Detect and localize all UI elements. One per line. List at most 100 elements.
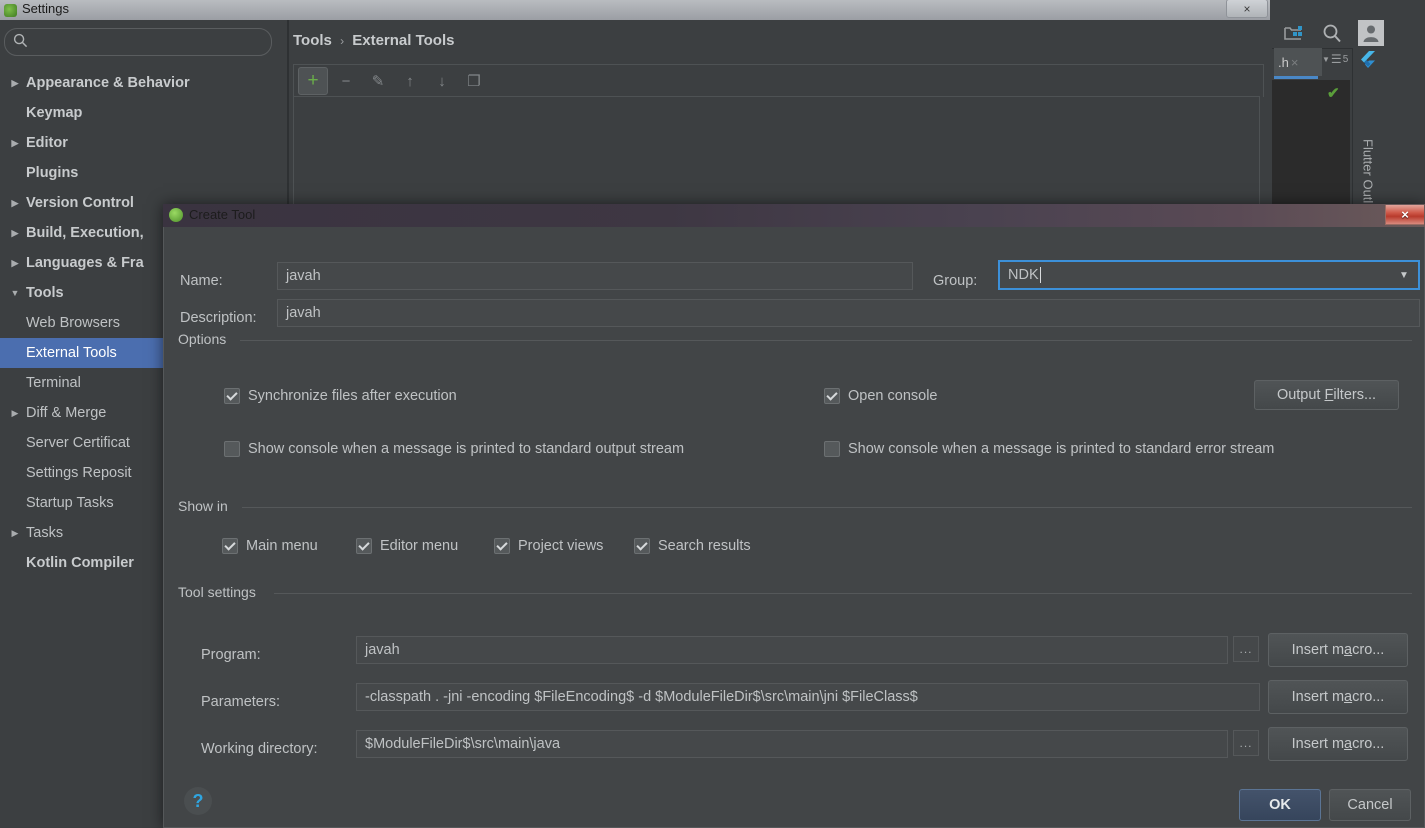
dialog-close-button[interactable]: ×	[1385, 205, 1424, 225]
sidebar-item-label: Settings Reposit	[26, 465, 132, 481]
settings-titlebar: Settings ×	[0, 0, 1270, 20]
checkbox-box	[222, 538, 238, 554]
settings-window-title: Settings	[22, 1, 69, 16]
search-input[interactable]	[28, 33, 271, 51]
editor-tab-label: .h	[1278, 54, 1289, 70]
edit-tool-button[interactable]: ✎	[364, 68, 392, 94]
insert-macro-button-parameters[interactable]: Insert macro...	[1268, 680, 1408, 714]
output-filters-button[interactable]: Output Filters...	[1254, 380, 1399, 410]
name-input[interactable]: javah	[277, 262, 913, 290]
dialog-body: Name: javah Group: NDK ▼ Description: ja…	[163, 227, 1425, 828]
group-combo-input[interactable]: NDK	[998, 260, 1420, 290]
close-icon[interactable]: ×	[1291, 55, 1299, 70]
program-input-value: javah	[365, 642, 400, 658]
editor-tab[interactable]: .h ×	[1274, 48, 1322, 76]
search-icon[interactable]	[1320, 21, 1344, 45]
flutter-logo-icon	[1357, 50, 1377, 70]
output-filters-label: Output Filters...	[1276, 387, 1377, 403]
copy-tool-button[interactable]: ❐	[460, 68, 488, 94]
checkbox-label: Open console	[848, 388, 938, 404]
chevron-right-icon[interactable]: ▶	[4, 258, 26, 269]
checkbox-synchronize-files[interactable]: Synchronize files after execution	[224, 388, 457, 404]
parameters-label: Parameters:	[201, 694, 280, 710]
group-input-value: NDK	[1008, 267, 1039, 283]
program-browse-button[interactable]: ...	[1233, 636, 1259, 662]
program-label: Program:	[201, 647, 261, 663]
sidebar-item-label: External Tools	[26, 345, 117, 361]
checkbox-label: Editor menu	[380, 538, 459, 554]
checkbox-open-console[interactable]: Open console	[824, 388, 937, 404]
breadcrumb-current: External Tools	[352, 32, 455, 49]
chevron-down-icon: ▼	[1322, 54, 1330, 64]
remove-tool-button[interactable]: −	[332, 68, 360, 94]
insert-macro-button-working-directory[interactable]: Insert macro...	[1268, 727, 1408, 761]
chevron-right-icon[interactable]: ▶	[4, 408, 26, 419]
ide-toolbar-icons	[1278, 16, 1392, 50]
remove-tool-icon: −	[341, 72, 351, 90]
checkbox-label: Show console when a message is printed t…	[248, 441, 685, 457]
copy-tool-icon: ❐	[467, 73, 481, 90]
sidebar-item-label: Terminal	[26, 375, 81, 391]
project-structure-icon[interactable]	[1282, 21, 1306, 45]
external-tools-toolbar: + − ✎ ↑ ↓ ❐	[293, 64, 1264, 97]
checkbox-label: Main menu	[246, 538, 318, 554]
sidebar-item-appearance-behavior[interactable]: ▶ Appearance & Behavior	[0, 68, 287, 98]
insert-macro-button-program[interactable]: Insert macro...	[1268, 633, 1408, 667]
checkbox-editor-menu[interactable]: Editor menu	[356, 538, 458, 554]
checkbox-project-views[interactable]: Project views	[494, 538, 603, 554]
view-mode-control[interactable]: ▼ ☰ 5	[1322, 52, 1348, 66]
checkbox-box	[494, 538, 510, 554]
checkbox-label: Synchronize files after execution	[248, 388, 457, 404]
working-directory-input[interactable]: $ModuleFileDir$\src\main\java	[356, 730, 1228, 758]
parameters-input[interactable]: -classpath . -jni -encoding $FileEncodin…	[356, 683, 1260, 711]
text-caret	[1039, 267, 1041, 283]
sidebar-item-label: Web Browsers	[26, 315, 121, 331]
program-input[interactable]: javah	[356, 636, 1228, 664]
create-tool-dialog: Create Tool × Name: javah Group: NDK ▼ D…	[163, 204, 1425, 828]
sidebar-item-plugins[interactable]: ▶Plugins	[0, 158, 287, 188]
move-up-button[interactable]: ↑	[396, 68, 424, 94]
chevron-right-icon[interactable]: ▶	[4, 198, 26, 209]
breadcrumb: Tools › External Tools	[293, 32, 454, 49]
edit-tool-icon: ✎	[371, 73, 385, 90]
checkbox-label: Project views	[518, 538, 604, 554]
chevron-right-icon[interactable]: ▶	[4, 138, 26, 149]
breadcrumb-separator: ›	[340, 34, 345, 48]
checkbox-box	[356, 538, 372, 554]
settings-search-box[interactable]	[4, 28, 272, 56]
checkbox-show-console-stdout[interactable]: Show console when a message is printed t…	[224, 441, 684, 457]
sidebar-item-label: Kotlin Compiler	[26, 555, 134, 571]
sidebar-item-editor[interactable]: ▶ Editor	[0, 128, 287, 158]
description-input[interactable]: javah	[277, 299, 1420, 327]
sidebar-item-label: Diff & Merge	[26, 405, 107, 421]
sidebar-item-label: Languages & Fra	[26, 255, 144, 271]
dialog-titlebar: Create Tool	[163, 204, 1425, 227]
external-tools-list[interactable]	[293, 96, 1260, 218]
chevron-down-icon[interactable]: ▼	[4, 288, 26, 298]
description-label: Description:	[180, 310, 257, 326]
add-tool-button[interactable]: +	[298, 67, 328, 95]
sidebar-item-label: Server Certificat	[26, 435, 130, 451]
sidebar-item-label: Appearance & Behavior	[26, 75, 190, 91]
checkbox-box	[824, 388, 840, 404]
chevron-right-icon[interactable]: ▶	[4, 78, 26, 89]
checkbox-show-console-stderr[interactable]: Show console when a message is printed t…	[824, 441, 1274, 457]
settings-close-button[interactable]: ×	[1226, 0, 1268, 18]
sidebar-item-label: Tools	[26, 285, 64, 301]
sidebar-item-keymap[interactable]: ▶Keymap	[0, 98, 287, 128]
move-up-icon: ↑	[406, 72, 414, 90]
checkbox-label: Show console when a message is printed t…	[848, 441, 1275, 457]
checkbox-main-menu[interactable]: Main menu	[222, 538, 318, 554]
chevron-right-icon[interactable]: ▶	[4, 228, 26, 239]
chevron-down-icon[interactable]: ▼	[1392, 262, 1416, 288]
search-icon	[13, 33, 28, 51]
avatar-icon[interactable]	[1358, 20, 1384, 46]
cancel-button[interactable]: Cancel	[1329, 789, 1411, 821]
ok-button[interactable]: OK	[1239, 789, 1321, 821]
move-down-button[interactable]: ↓	[428, 68, 456, 94]
working-directory-browse-button[interactable]: ...	[1233, 730, 1259, 756]
breadcrumb-parent[interactable]: Tools	[293, 32, 332, 49]
chevron-right-icon[interactable]: ▶	[4, 528, 26, 539]
checkbox-search-results[interactable]: Search results	[634, 538, 751, 554]
help-button[interactable]: ?	[184, 787, 212, 815]
